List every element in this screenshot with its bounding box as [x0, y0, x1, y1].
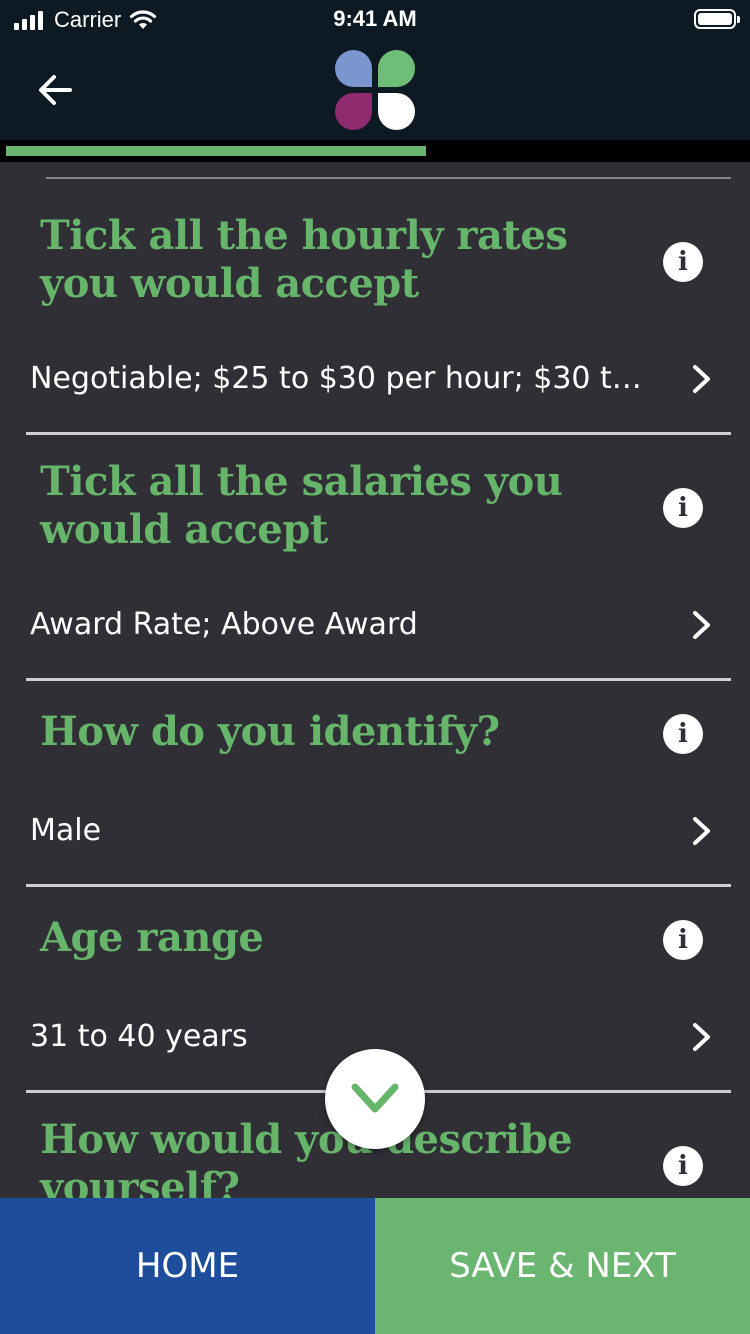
divider: [26, 884, 731, 887]
question-title: Tick all the hourly rates you would accep…: [40, 212, 568, 307]
chevron-right-icon: [693, 1023, 710, 1051]
progress-fill: [6, 146, 426, 156]
answer-value: Male: [30, 813, 102, 848]
answer-row-identify[interactable]: Male: [0, 799, 750, 863]
nav-bar: [0, 40, 750, 140]
info-icon[interactable]: i: [663, 1146, 703, 1186]
clock: 9:41 AM: [333, 6, 417, 31]
answer-row-hourly-rates[interactable]: Negotiable; $25 to $30 per hour; $30 to …: [0, 347, 750, 411]
progress-bar: [0, 140, 750, 162]
status-bar: Carrier 9:41 AM: [0, 0, 750, 40]
chevron-right-icon: [693, 365, 710, 393]
battery-icon: [694, 9, 740, 29]
app-logo: [335, 50, 415, 130]
divider: [46, 177, 731, 179]
chevron-right-icon: [693, 817, 710, 845]
home-button[interactable]: HOME: [0, 1198, 375, 1334]
bottom-bar: HOME SAVE & NEXT: [0, 1198, 750, 1334]
question-title: Age range: [40, 914, 264, 961]
divider: [26, 678, 731, 681]
divider: [26, 432, 731, 435]
answer-value: Negotiable; $25 to $30 per hour; $30 to …: [30, 361, 660, 396]
scroll-down-button[interactable]: [325, 1049, 425, 1149]
chevron-right-icon: [693, 611, 710, 639]
info-icon[interactable]: i: [663, 488, 703, 528]
question-title: How do you identify?: [40, 708, 500, 755]
chevron-down-icon: [351, 1083, 399, 1113]
arrow-left-icon: [39, 75, 72, 105]
info-icon[interactable]: i: [663, 920, 703, 960]
answer-row-salaries[interactable]: Award Rate; Above Award: [0, 593, 750, 657]
question-title: Tick all the salaries you would accept: [40, 458, 563, 553]
info-icon[interactable]: i: [663, 242, 703, 282]
back-button[interactable]: [30, 68, 82, 112]
answer-value: Award Rate; Above Award: [30, 607, 418, 642]
question-list[interactable]: Tick all the hourly rates you would accep…: [0, 162, 750, 1198]
save-next-button[interactable]: SAVE & NEXT: [375, 1198, 750, 1334]
info-icon[interactable]: i: [663, 714, 703, 754]
